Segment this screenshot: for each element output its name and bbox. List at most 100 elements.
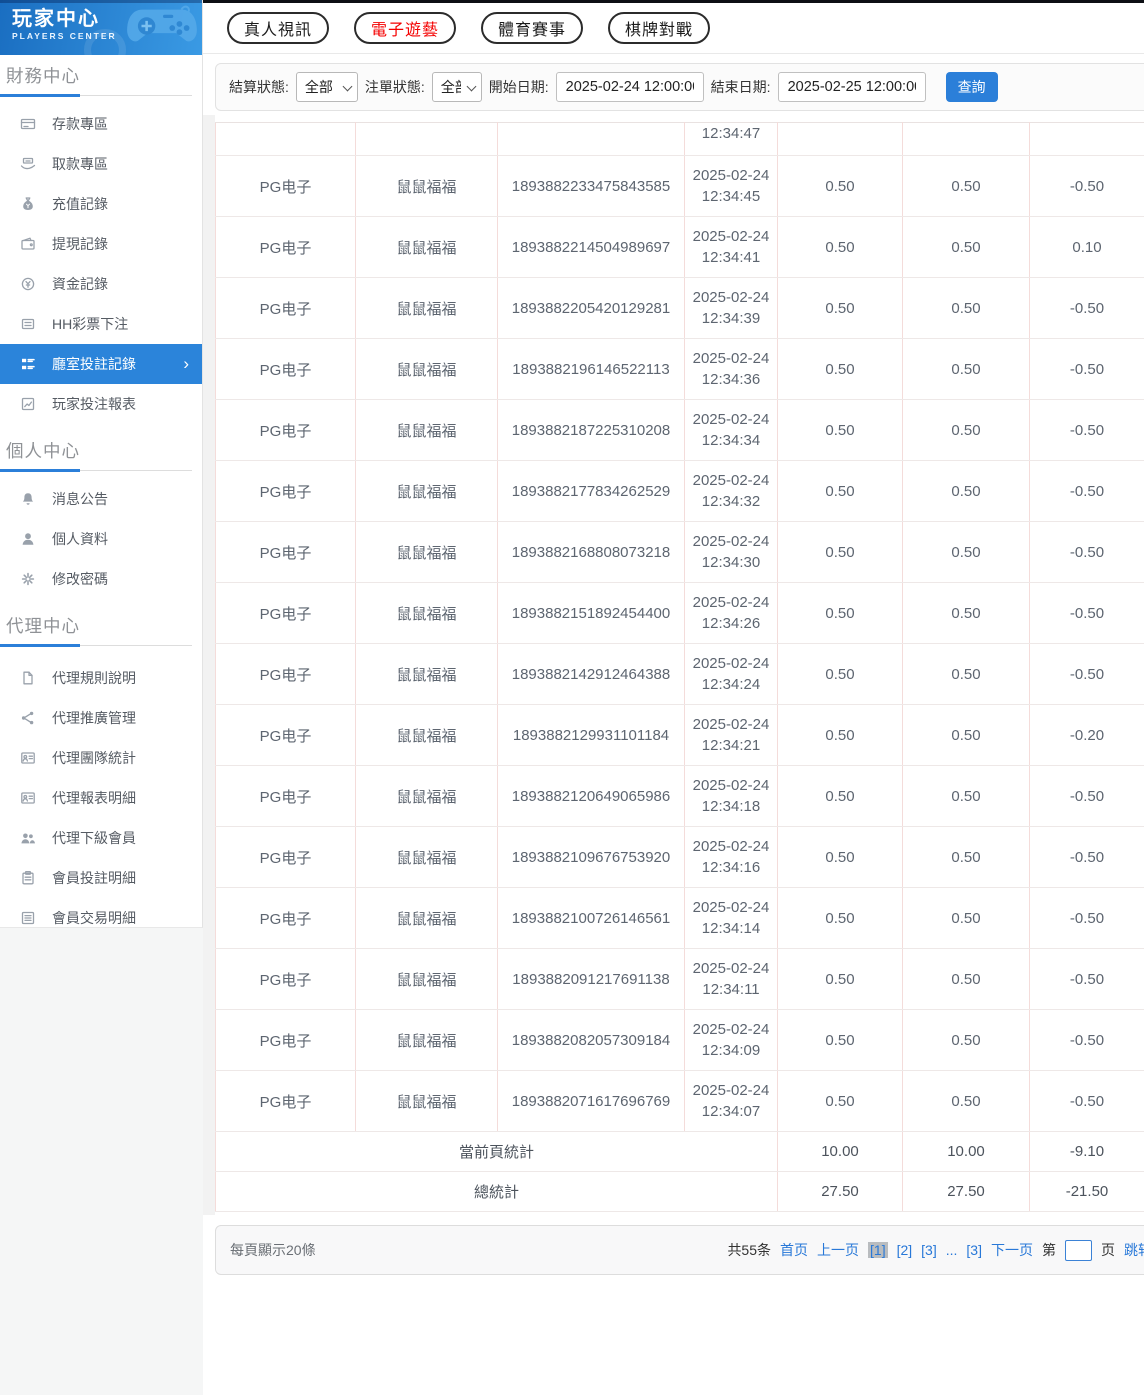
tab-button[interactable]: 電子遊藝 xyxy=(354,12,457,44)
cell-valid: 0.50 xyxy=(902,1009,1030,1071)
cell-platform: PG电子 xyxy=(215,582,356,644)
agent-rules-doc-icon xyxy=(20,670,36,686)
sidebar-item-label: 代理推廣管理 xyxy=(52,710,136,726)
cell-winloss: -0.50 xyxy=(1029,826,1144,888)
cell-order-no: 1893882100726146561 xyxy=(497,887,685,949)
sidebar-item[interactable]: 代理報表明細 xyxy=(0,778,202,818)
page-link-current[interactable]: [1] xyxy=(868,1242,888,1258)
sidebar-item[interactable]: HH彩票下注 xyxy=(0,304,202,344)
cell-game: 鼠鼠福福 xyxy=(355,460,498,522)
sidebar-item[interactable]: 代理推廣管理 xyxy=(0,698,202,738)
sidebar-item[interactable]: 廳室投註記錄 › xyxy=(0,344,202,384)
jump-link[interactable]: 跳转 xyxy=(1124,1240,1144,1260)
cell-bet: 0.50 xyxy=(777,582,903,644)
cell-bet: 0.50 xyxy=(777,399,903,461)
sidebar-item[interactable]: 提現記錄 xyxy=(0,224,202,264)
sidebar-item[interactable]: 充值記錄 xyxy=(0,184,202,224)
start-date-label: 開始日期: xyxy=(488,79,549,95)
summary-label: 當前頁統計 xyxy=(215,1131,778,1172)
table-row: PG电子 鼠鼠福福 1893882082057309184 2025-02-24 12:… xyxy=(215,1009,1144,1071)
cell-platform: PG电子 xyxy=(215,277,356,339)
cell-winloss: -0.50 xyxy=(1029,643,1144,705)
table-row: PG电子 鼠鼠福福 1893882129931101184 2025-02-24 12:… xyxy=(215,704,1144,766)
cell-platform: PG电子 xyxy=(215,765,356,827)
cell-game: 鼠鼠福福 xyxy=(355,277,498,339)
cell-valid: 0.50 xyxy=(902,460,1030,522)
cell-datetime: 2025-02-24 12:34:34 xyxy=(684,399,778,461)
table-row-partial: 12:34:47 xyxy=(215,122,1144,156)
per-page-label: 每頁顯示20條 xyxy=(230,1242,316,1258)
table-row: PG电子 鼠鼠福福 1893882100726146561 2025-02-24 12:… xyxy=(215,887,1144,949)
cell-order-no: 1893882091217691138 xyxy=(497,948,685,1010)
cell-order-no: 1893882109676753920 xyxy=(497,826,685,888)
sidebar-item[interactable]: 代理下級會員 xyxy=(0,818,202,858)
sidebar-item[interactable]: 存款專區 xyxy=(0,104,202,144)
sidebar-item[interactable]: 會員投註明細 xyxy=(0,858,202,898)
sidebar-item[interactable]: 消息公告 xyxy=(0,479,202,519)
start-date-input[interactable] xyxy=(555,72,704,102)
password-gear-icon xyxy=(20,571,36,587)
sidebar-item[interactable]: 玩家投注報表 xyxy=(0,384,202,424)
bet-records-table: 12:34:47 PG电子 鼠鼠福福 1893882233475843585 2025-… xyxy=(215,122,1144,1212)
section-underline xyxy=(0,469,192,472)
sidebar-item-label: 廳室投註記錄 xyxy=(52,356,136,372)
sidebar-item[interactable]: 代理團隊統計 xyxy=(0,738,202,778)
cell-bet: 0.50 xyxy=(777,521,903,583)
tab-button[interactable]: 體育賽事 xyxy=(481,12,584,44)
cell-winloss: -0.50 xyxy=(1029,399,1144,461)
sidebar-section-heading: 個人中心 xyxy=(6,441,80,461)
summary-valid: 27.50 xyxy=(902,1171,1030,1212)
sidebar-item[interactable]: 修改密碼 xyxy=(0,559,202,599)
page-link[interactable]: [2] xyxy=(897,1242,913,1258)
tab-button[interactable]: 棋牌對戰 xyxy=(608,12,711,44)
sidebar-section-items: 存款專區 取款專區 充值記錄 提現記錄 資金記錄 HH彩票下注 廳室投註記錄 › 玩家投注報表 xyxy=(0,104,202,424)
sidebar-item[interactable]: 個人資料 xyxy=(0,519,202,559)
query-button[interactable]: 查詢 xyxy=(945,72,998,102)
cell-datetime: 2025-02-24 12:34:39 xyxy=(684,277,778,339)
page-link[interactable]: [3] xyxy=(966,1242,982,1258)
profile-person-icon xyxy=(20,531,36,547)
cell-datetime: 2025-02-24 12:34:45 xyxy=(684,155,778,217)
cell-order-no: 1893882082057309184 xyxy=(497,1009,685,1071)
table-row: PG电子 鼠鼠福福 1893882205420129281 2025-02-24 12:… xyxy=(215,277,1144,339)
agent-members-icon xyxy=(20,830,36,846)
settle-status-select[interactable]: 全部 xyxy=(295,72,358,102)
table-row: PG电子 鼠鼠福福 1893882151892454400 2025-02-24 12:… xyxy=(215,582,1144,644)
jump-page-input[interactable] xyxy=(1065,1239,1092,1261)
jump-suffix-label: 页 xyxy=(1101,1242,1115,1258)
cell-game: 鼠鼠福福 xyxy=(355,521,498,583)
next-page-link[interactable]: 下一页 xyxy=(991,1240,1033,1260)
tab-button[interactable]: 真人視訊 xyxy=(227,12,330,44)
sidebar-item[interactable]: 資金記錄 xyxy=(0,264,202,304)
cell-order-no xyxy=(497,122,685,156)
order-status-select[interactable]: 全部 xyxy=(431,72,482,102)
cell-game: 鼠鼠福福 xyxy=(355,338,498,400)
cell-order-no: 1893882177834262529 xyxy=(497,460,685,522)
end-date-input[interactable] xyxy=(777,72,926,102)
total-count-label: 共55条 xyxy=(727,1242,772,1258)
main-content: 真人視訊 電子遊藝 體育賽事 棋牌對戰 結算狀態: 全部 注單狀態: 全部 開始日期:… xyxy=(203,0,1144,1395)
sidebar: 玩家中心 PLAYERS CENTER 財務中心 存款專區 取款專區 充值記錄 提現記錄… xyxy=(0,0,203,928)
page-link[interactable]: [3] xyxy=(921,1242,937,1258)
cell-bet: 0.50 xyxy=(777,643,903,705)
cell-order-no: 1893882214504989697 xyxy=(497,216,685,278)
cell-datetime: 2025-02-24 12:34:24 xyxy=(684,643,778,705)
cell-game: 鼠鼠福福 xyxy=(355,826,498,888)
cell-bet: 0.50 xyxy=(777,338,903,400)
cell-order-no: 1893882168808073218 xyxy=(497,521,685,583)
cell-winloss: 0.10 xyxy=(1029,216,1144,278)
page-link[interactable]: ... xyxy=(946,1242,958,1258)
settle-status-wrap: 全部 xyxy=(295,72,358,102)
cell-bet xyxy=(777,122,903,156)
sidebar-item[interactable]: 會員交易明細 xyxy=(0,898,202,938)
sidebar-item-label: 個人資料 xyxy=(52,531,108,547)
cell-game: 鼠鼠福福 xyxy=(355,155,498,217)
prev-page-link[interactable]: 上一页 xyxy=(817,1240,859,1260)
sidebar-item[interactable]: 代理規則說明 xyxy=(0,658,202,698)
summary-bet: 10.00 xyxy=(777,1131,903,1172)
sidebar-item[interactable]: 取款專區 xyxy=(0,144,202,184)
tab-divider xyxy=(203,53,1144,54)
cell-valid: 0.50 xyxy=(902,277,1030,339)
first-page-link[interactable]: 首页 xyxy=(780,1240,808,1260)
cell-winloss: -0.50 xyxy=(1029,460,1144,522)
